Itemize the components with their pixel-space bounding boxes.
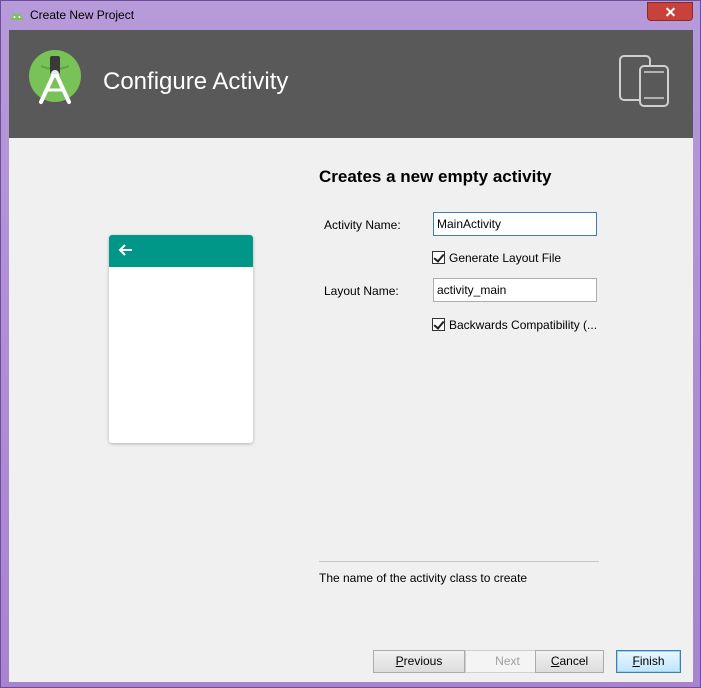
dialog-window: Create New Project Configure Activity Cr… bbox=[0, 0, 701, 688]
back-arrow-icon bbox=[118, 244, 132, 256]
preview-toolbar bbox=[109, 235, 253, 267]
activity-name-input[interactable] bbox=[433, 212, 597, 236]
layout-name-label: Layout Name: bbox=[324, 284, 399, 298]
finish-button[interactable]: Finish bbox=[616, 650, 681, 673]
field-description: The name of the activity class to create bbox=[319, 571, 528, 585]
phone-tablet-icon bbox=[619, 55, 669, 107]
finish-label: inish bbox=[639, 654, 665, 668]
generate-layout-checkbox[interactable] bbox=[432, 251, 445, 264]
activity-name-label: Activity Name: bbox=[324, 218, 401, 232]
window-title: Create New Project bbox=[30, 8, 135, 22]
layout-name-input[interactable] bbox=[433, 278, 597, 302]
android-studio-logo-icon bbox=[29, 50, 81, 104]
form-heading: Creates a new empty activity bbox=[319, 167, 552, 186]
wizard-header: Configure Activity bbox=[9, 30, 693, 138]
activity-preview bbox=[109, 235, 253, 443]
backwards-compat-label[interactable]: Backwards Compatibility (... bbox=[449, 318, 597, 332]
backwards-compat-checkbox[interactable] bbox=[432, 318, 445, 331]
cancel-label: ancel bbox=[559, 654, 589, 668]
page-title: Configure Activity bbox=[103, 68, 289, 95]
previous-label: revious bbox=[403, 654, 443, 668]
cancel-button[interactable]: Cancel bbox=[535, 650, 604, 673]
dialog-content: Configure Activity Creates a new empty a… bbox=[9, 30, 693, 682]
title-bar[interactable]: Create New Project bbox=[1, 1, 700, 29]
close-icon[interactable] bbox=[647, 2, 693, 21]
generate-layout-label[interactable]: Generate Layout File bbox=[449, 251, 561, 265]
android-icon bbox=[11, 11, 23, 20]
previous-button[interactable]: Previous bbox=[373, 650, 465, 673]
finish-mnemonic: F bbox=[632, 654, 640, 668]
divider bbox=[319, 561, 599, 562]
previous-mnemonic: P bbox=[395, 654, 404, 668]
